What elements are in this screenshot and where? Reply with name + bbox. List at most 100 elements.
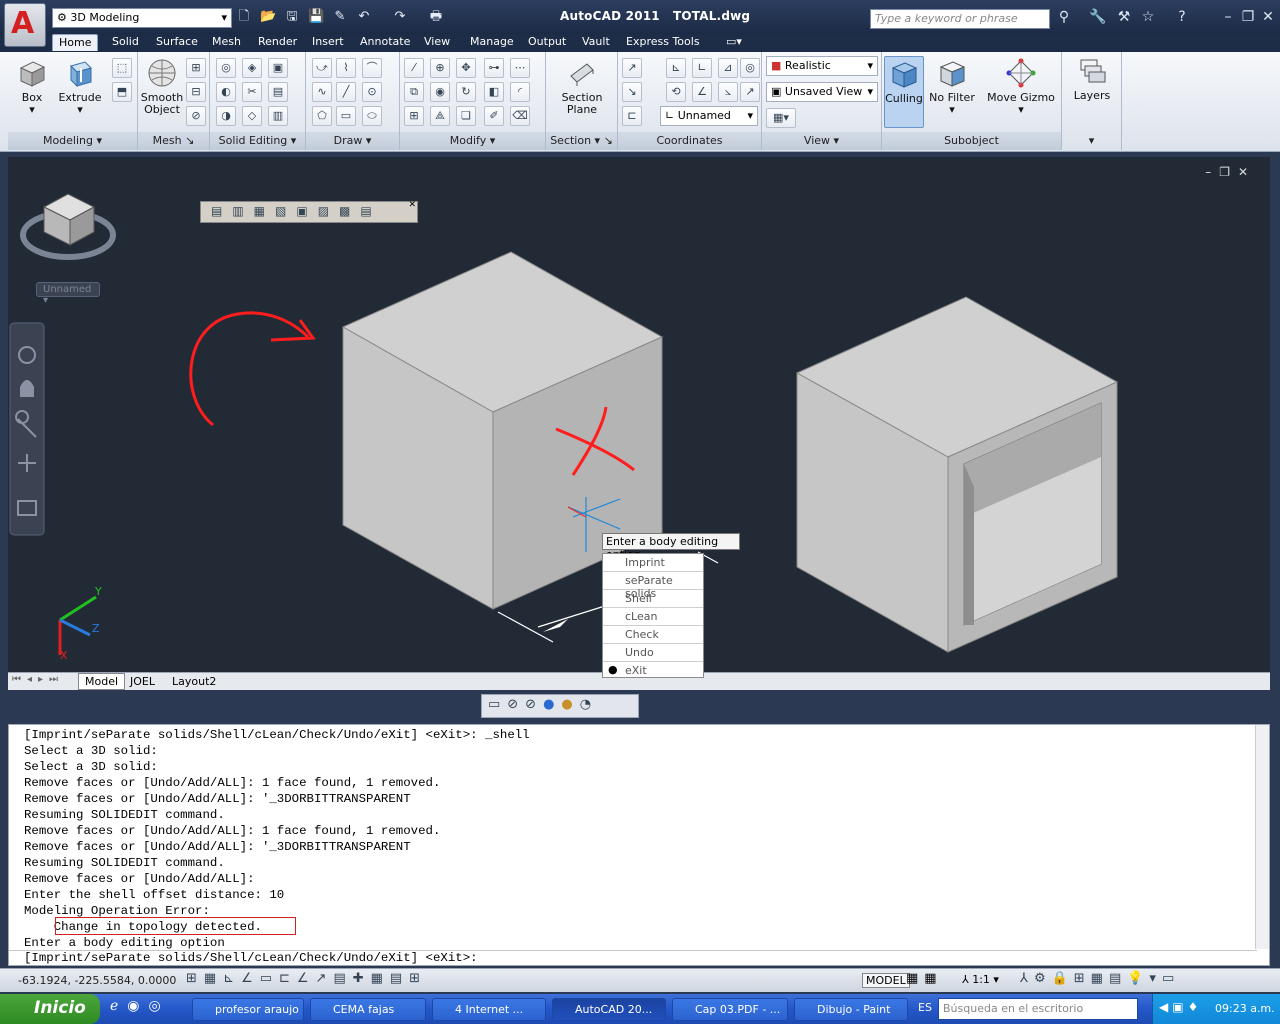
imprint-icon[interactable]: ✂ (242, 82, 262, 102)
culling-button[interactable]: Culling (884, 56, 924, 128)
copy-icon[interactable]: ❏ (456, 106, 476, 126)
search-input[interactable]: Type a keyword or phrase (870, 9, 1050, 29)
undo-icon[interactable]: ↶ (356, 9, 372, 25)
start-button[interactable]: Inicio (0, 994, 100, 1024)
fillet-icon[interactable]: ◜ (510, 82, 530, 102)
ucs-y-icon[interactable]: ⊿ (718, 58, 738, 78)
taskbar-item[interactable]: Dibujo - Paint (794, 998, 908, 1021)
context-menu-item[interactable]: Undo (603, 644, 703, 662)
shelled-box[interactable] (795, 296, 1119, 653)
smooth-object-button[interactable]: Smooth Object (140, 58, 184, 116)
language-indicator[interactable]: ES (918, 1001, 932, 1014)
ucs-view-icon[interactable]: ↗ (740, 82, 760, 102)
panel-draw-title[interactable]: Draw ▾ (306, 132, 399, 150)
panel-mesh-title[interactable]: Mesh ↘ (138, 132, 209, 150)
tab-view[interactable]: View (418, 34, 456, 51)
layout-nav-arrows[interactable]: ⏮◂▸⏭ (12, 674, 64, 685)
ucs-dropdown[interactable]: ∟ Unnamed ▾ (660, 106, 758, 126)
presspull-icon[interactable]: ⬚ (112, 58, 132, 78)
tray-icons[interactable]: ◀▣♦ (1159, 1000, 1202, 1014)
viewcube-ucs-menu[interactable]: Unnamed ▾ (36, 282, 100, 306)
tab-annotate[interactable]: Annotate (354, 34, 416, 51)
line-icon[interactable]: ╱ (336, 82, 356, 102)
thicken-icon[interactable]: ◇ (242, 106, 262, 126)
ribbon-toggle-icon[interactable]: ▭▾ (720, 34, 748, 51)
3d-align-icon[interactable]: ⟁ (430, 106, 450, 126)
print-icon[interactable]: 🖶 (428, 9, 444, 25)
viewport-config-icon[interactable]: ▦▾ (766, 108, 796, 128)
binoculars-icon[interactable]: ⚲ (1054, 9, 1074, 27)
tab-home[interactable]: Home (52, 34, 99, 51)
visual-style-toolbar[interactable]: ▭⊘⊘●●◔ (481, 694, 639, 718)
command-input[interactable]: [Imprint/seParate solids/Shell/cLean/Che… (9, 950, 1257, 966)
context-menu-item[interactable]: cLean (603, 608, 703, 626)
ellipse-icon[interactable]: ⬭ (362, 106, 382, 126)
intersect-icon[interactable]: ◑ (216, 106, 236, 126)
context-menu-item[interactable]: Check (603, 626, 703, 644)
move-gizmo-button[interactable]: Move Gizmo ▾ (986, 58, 1056, 116)
ucs-x-icon[interactable]: ∟ (692, 58, 712, 78)
minimize-icon[interactable]: – (1218, 9, 1238, 27)
drafting-toggles[interactable]: ⊞▦⊾∠▭⊏∠↗▤✚▦▤⊞ (186, 971, 427, 986)
ucs-z-icon[interactable]: ∠ (692, 82, 712, 102)
viewport-window-controls[interactable]: –❐✕ (1205, 165, 1256, 179)
sweep-icon[interactable]: ⬒ (112, 82, 132, 102)
polyline-icon[interactable]: ⤻ (312, 58, 332, 78)
mirror-icon[interactable]: ⧉ (404, 82, 424, 102)
redo-icon[interactable]: ↷ (392, 9, 408, 25)
panel-modify-title[interactable]: Modify ▾ (400, 132, 545, 150)
polygon-icon[interactable]: ⬠ (312, 106, 332, 126)
section-plane-button[interactable]: Section Plane (556, 58, 608, 116)
new-file-icon[interactable]: 🗋 (236, 9, 252, 25)
status-tray-icons[interactable]: ⅄⚙🔒⊞▦▤💡▾▭ (1020, 971, 1180, 986)
mesh-refine-icon[interactable]: ⊟ (186, 82, 206, 102)
subtract-icon[interactable]: ◐ (216, 82, 236, 102)
rotate-icon[interactable]: ↻ (456, 82, 476, 102)
save-icon[interactable]: 💾 (308, 9, 324, 25)
move-icon[interactable]: ✥ (456, 58, 476, 78)
array-icon[interactable]: ⊞ (404, 106, 424, 126)
layers-expand-icon[interactable]: ▾ (1062, 132, 1121, 150)
close-icon[interactable]: ✕ (1258, 9, 1278, 27)
tab-solid[interactable]: Solid (106, 34, 145, 51)
model-space-toggle[interactable]: MODEL (862, 973, 910, 988)
tab-render[interactable]: Render (252, 34, 303, 51)
context-menu-item[interactable]: Imprint (603, 554, 703, 572)
layout-view-icons[interactable]: ▦▦ (906, 971, 943, 986)
taskbar-item[interactable]: profesor araujo (192, 998, 304, 1021)
clock[interactable]: 09:23 a.m. (1215, 1002, 1275, 1015)
viewcube[interactable] (20, 193, 116, 260)
open-file-icon[interactable]: 📂 (260, 9, 276, 25)
erase-icon[interactable]: ⌫ (510, 106, 530, 126)
taskbar-item[interactable]: 4 Internet ... (432, 998, 546, 1021)
extract-edges-icon[interactable]: ▣ (268, 58, 288, 78)
save-as-icon[interactable]: 🖫 (284, 9, 300, 25)
subscription-icon[interactable]: 🔧 (1088, 9, 1108, 27)
favorites-icon[interactable]: ☆ (1138, 9, 1158, 27)
tab-surface[interactable]: Surface (150, 34, 204, 51)
mesh-box-icon[interactable]: ⊞ (186, 58, 206, 78)
offset-edge-icon[interactable]: ▤ (268, 82, 288, 102)
ucs-object-icon[interactable]: ↘ (622, 82, 642, 102)
command-scrollbar[interactable] (1255, 725, 1269, 949)
toolbar-buttons[interactable]: ▤▥▦▧▣▨▩▤ (211, 204, 382, 218)
slice-icon[interactable]: ◈ (242, 58, 262, 78)
ucs-icon[interactable]: ↗ (622, 58, 642, 78)
properties-brush-icon[interactable]: ✐ (484, 106, 504, 126)
align-icon[interactable]: ⊶ (484, 58, 504, 78)
context-menu-item[interactable]: eXit ● (603, 662, 703, 680)
named-view-dropdown[interactable]: ▣ Unsaved View ▾ (766, 82, 878, 102)
navigation-bar[interactable] (9, 322, 45, 536)
context-menu-item[interactable]: seParate solids (603, 572, 703, 600)
ucs-icon-toggle[interactable]: ◎ (740, 58, 760, 78)
panel-modeling-title[interactable]: Modeling ▾ (8, 132, 137, 150)
extrude-button[interactable]: Extrude ▾ (58, 58, 102, 116)
layout-tab-layout2[interactable]: Layout2 (168, 674, 220, 689)
arc-icon[interactable]: ⌒ (362, 58, 382, 78)
workspace-dropdown[interactable]: ⚙ 3D Modeling ▾ (52, 8, 232, 28)
layers-button[interactable]: Layers (1068, 56, 1116, 102)
taskbar-item[interactable]: Cap 03.PDF - ... (672, 998, 788, 1021)
layout-tab-model[interactable]: Model (78, 673, 126, 690)
rectangle-icon[interactable]: ▭ (336, 106, 356, 126)
coordinate-readout[interactable]: -63.1924, -225.5584, 0.0000 (18, 974, 176, 987)
